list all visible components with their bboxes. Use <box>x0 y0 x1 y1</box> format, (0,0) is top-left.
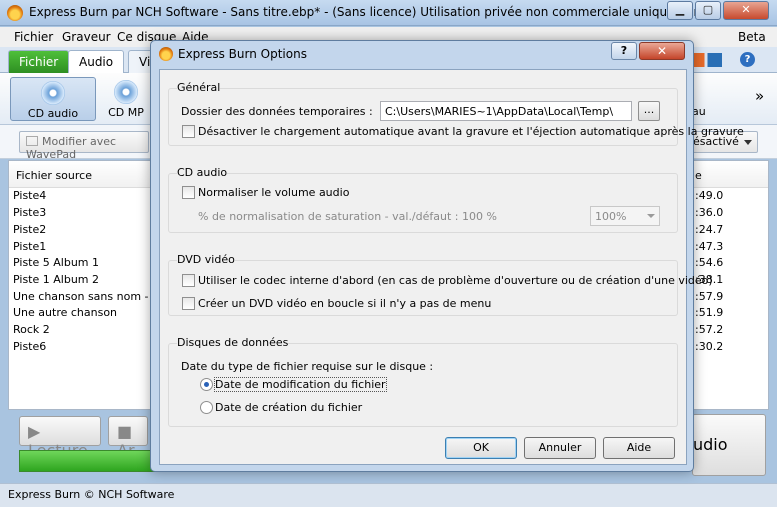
ok-button[interactable]: OK <box>445 437 517 459</box>
modifier-wavepad-label: Modifier avec WavePad <box>26 135 117 161</box>
cd-icon <box>41 81 65 105</box>
table-row[interactable]: Piste6 <box>13 340 46 356</box>
date-type-label: Date du type de fichier requise sur le d… <box>181 360 434 373</box>
cd-audio-button[interactable]: CD audio <box>10 77 96 121</box>
arret-button[interactable]: ■ Ar <box>108 416 148 460</box>
tab-audio[interactable]: Audio <box>68 50 125 74</box>
play-icon: ▶ <box>28 422 41 441</box>
date-modified-label: Date de modification du fichier <box>214 377 387 392</box>
date-modified-radio[interactable] <box>200 378 213 391</box>
row-duration: :57.2 <box>695 323 724 336</box>
beta-label: Beta <box>738 30 766 44</box>
autoload-label: Désactiver le chargement automatique ava… <box>198 125 744 138</box>
menu-fichier[interactable]: Fichier <box>14 30 53 44</box>
maximize-button[interactable]: ▢ <box>695 1 721 20</box>
cd-mp3-button[interactable]: CD MP <box>104 77 148 121</box>
table-row[interactable]: Une autre chanson <box>13 306 117 322</box>
section-general-title: Général <box>177 81 221 94</box>
window-title: Express Burn par NCH Software - Sans tit… <box>29 5 706 19</box>
normalize-label: Normaliser le volume audio <box>198 186 350 199</box>
row-duration: :49.0 <box>695 189 724 202</box>
tab-fichier[interactable]: Fichier <box>8 50 70 73</box>
date-created-radio[interactable] <box>200 401 213 414</box>
menu-graveur[interactable]: Graveur <box>62 30 111 44</box>
dialog-close-button[interactable]: ✕ <box>639 42 685 60</box>
percent-label: % de normalisation de saturation - val./… <box>198 210 497 223</box>
wavepad-icon <box>26 136 38 146</box>
row-duration: :30.2 <box>695 340 724 353</box>
table-row[interactable]: Piste3 <box>13 206 46 222</box>
row-duration: :51.9 <box>695 306 724 319</box>
col-source-header[interactable]: Fichier source <box>16 169 92 182</box>
section-dvd-title: DVD vidéo <box>177 253 235 266</box>
browse-button[interactable]: ... <box>638 101 660 121</box>
table-row[interactable]: Piste2 <box>13 223 46 239</box>
table-row[interactable]: Piste4 <box>13 189 46 205</box>
options-dialog: Express Burn Options ? ✕ Général Dossier… <box>150 40 744 472</box>
section-cd-audio: CD audio Normaliser le volume audio % de… <box>168 166 678 233</box>
main-titlebar: Express Burn par NCH Software - Sans tit… <box>0 0 777 26</box>
loop-checkbox[interactable] <box>182 297 195 310</box>
col-duration-header[interactable]: e <box>695 169 702 182</box>
section-data-discs-title: Disques de données <box>177 336 289 349</box>
section-cd-audio-title: CD audio <box>177 166 228 179</box>
codec-label: Utiliser le codec interne d'abord (en ca… <box>198 274 713 287</box>
express-burn-icon <box>7 5 23 21</box>
table-row[interactable]: Rock 2 <box>13 323 50 339</box>
dialog-titlebar[interactable]: Express Burn Options ? ✕ <box>151 41 693 67</box>
row-duration: :24.7 <box>695 223 724 236</box>
section-dvd: DVD vidéo Utiliser le codec interne d'ab… <box>168 253 713 316</box>
table-row[interactable]: Piste1 <box>13 240 46 256</box>
help-icon[interactable]: ? <box>740 52 755 67</box>
modifier-wavepad-button[interactable]: Modifier avec WavePad <box>19 131 149 161</box>
row-duration: :47.3 <box>695 240 724 253</box>
burn-label: udio <box>693 435 728 454</box>
date-created-label: Date de création du fichier <box>215 401 363 414</box>
row-duration: :54.6 <box>695 256 724 269</box>
burn-button[interactable]: udio <box>692 414 766 476</box>
section-data-discs: Disques de données Date du type de fichi… <box>168 336 678 427</box>
loop-label: Créer un DVD vidéo en boucle si il n'y a… <box>198 297 492 310</box>
row-duration: :36.0 <box>695 206 724 219</box>
status-text: Express Burn © NCH Software <box>8 488 175 501</box>
temp-folder-field[interactable]: C:\Users\MARIES~1\AppData\Local\Temp\ <box>380 101 632 121</box>
cd-mp3-icon <box>114 80 138 104</box>
minimize-button[interactable]: ▁ <box>667 1 693 20</box>
ribbon-more-button[interactable]: » <box>755 87 764 105</box>
normalize-checkbox[interactable] <box>182 186 195 199</box>
aide-button[interactable]: Aide <box>603 437 675 459</box>
cd-audio-label: CD audio <box>27 107 79 120</box>
dialog-title: Express Burn Options <box>178 47 307 61</box>
close-button[interactable]: ✕ <box>723 1 769 20</box>
stop-icon: ■ <box>117 422 133 441</box>
cancel-button[interactable]: Annuler <box>524 437 596 459</box>
temp-folder-label: Dossier des données temporaires : <box>181 105 373 118</box>
table-row[interactable]: Piste 1 Album 2 <box>13 273 99 289</box>
chevron-down-icon <box>744 140 752 145</box>
status-bar: Express Burn © NCH Software <box>0 483 777 507</box>
lecture-button[interactable]: ▶ Lecture <box>19 416 101 460</box>
progress-bar <box>19 450 159 472</box>
ribbon-right-label: au <box>692 105 706 118</box>
dialog-help-button[interactable]: ? <box>611 42 637 60</box>
autoload-checkbox[interactable] <box>182 125 195 138</box>
percent-select[interactable]: 100% <box>590 206 660 226</box>
codec-checkbox[interactable] <box>182 274 195 287</box>
cd-mp3-label: CD MP <box>108 106 144 119</box>
social-icons[interactable] <box>690 53 722 67</box>
table-row[interactable]: Piste 5 Album 1 <box>13 256 99 272</box>
section-general: Général Dossier des données temporaires … <box>168 81 744 146</box>
row-duration: :57.9 <box>695 290 724 303</box>
percent-value: 100% <box>595 210 627 223</box>
dialog-body: Général Dossier des données temporaires … <box>159 69 744 465</box>
express-burn-icon <box>159 47 173 61</box>
chevron-down-icon <box>647 214 655 218</box>
